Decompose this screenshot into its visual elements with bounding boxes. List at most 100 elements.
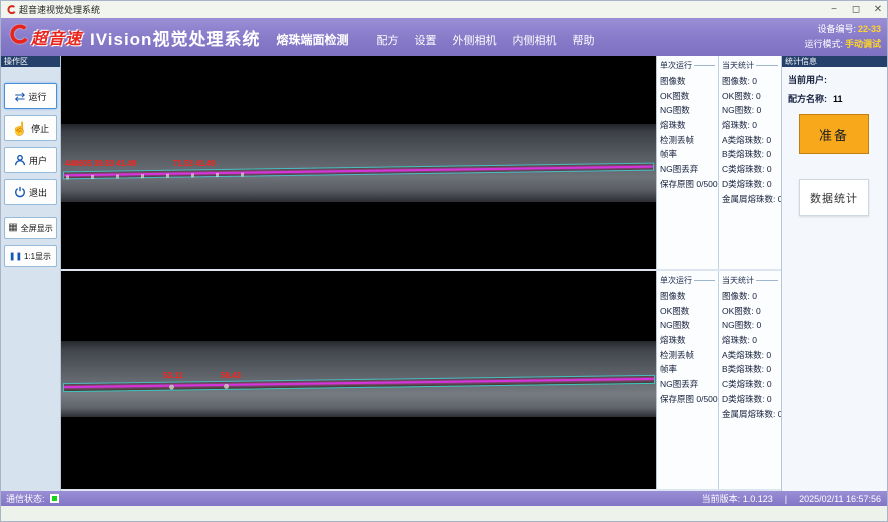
- stat-item: OK图数: [660, 89, 718, 104]
- app-window: 超音速视觉处理系统 − ◻ ✕ 超音速 IVision视觉处理系统 熔珠端面检测…: [0, 0, 888, 522]
- bead-marker: [224, 384, 229, 389]
- stat-item: NG图数: [660, 103, 718, 118]
- stat-item: 熔珠数: [660, 333, 718, 348]
- page-title: IVision视觉处理系统: [90, 25, 260, 50]
- menu-item[interactable]: 配方: [376, 32, 398, 48]
- brand-name: 超音速: [31, 25, 82, 49]
- stat-item: NG图数: 0: [722, 318, 781, 333]
- stop-button[interactable]: ☝ 停止: [4, 115, 57, 141]
- stat-item: 金属屑熔珠数: 0: [722, 192, 781, 207]
- menu-item[interactable]: 外侧相机: [452, 32, 496, 48]
- version-value: 1.0.123: [743, 494, 773, 504]
- device-number-label: 设备编号:: [817, 24, 856, 34]
- user-icon: [14, 154, 26, 166]
- recipe-name-value: 11: [833, 94, 843, 104]
- measurement-annotation: 53.11: [163, 371, 183, 380]
- stat-item: 图像数: 0: [722, 289, 781, 304]
- groupbox-line: [756, 65, 778, 66]
- stat-item: 熔珠数: 0: [722, 333, 781, 348]
- stat-item: D类熔珠数: 0: [722, 392, 781, 407]
- status-bar: 通信状态: 当前版本: 1.0.123 | 2025/02/11 16:57:5…: [1, 491, 888, 506]
- power-icon: [14, 186, 26, 198]
- stat-item: NG图丢弃: [660, 162, 718, 177]
- stop-hand-icon: ☝: [12, 122, 28, 135]
- run-mode-label: 运行模式:: [804, 39, 843, 49]
- groupbox-line: [694, 65, 715, 66]
- ready-button[interactable]: 准备: [799, 114, 869, 154]
- measurement-annotation: 440605 39.83 41.49: [65, 159, 136, 168]
- stat-item: 图像数: [660, 289, 718, 304]
- page-subtitle: 熔珠端面检测: [276, 31, 348, 48]
- title-bar: 超音速视觉处理系统 − ◻ ✕: [1, 1, 888, 18]
- main-menu: 配方设置外侧相机内侧相机帮助: [376, 32, 594, 48]
- stats-panel-inner: 单次运行 图像数OK图数NG图数熔珠数检测丢帧帧率NG图丢弃保存原图 0/500…: [656, 271, 781, 489]
- data-statistics-button[interactable]: 数据统计: [799, 179, 869, 216]
- today-stats-title: 当天统计: [722, 275, 754, 286]
- menu-item[interactable]: 内侧相机: [512, 32, 556, 48]
- stat-item: NG图丢弃: [660, 377, 718, 392]
- stat-item: 熔珠数: [660, 118, 718, 133]
- stat-item: OK图数: 0: [722, 304, 781, 319]
- stat-item: 帧率: [660, 362, 718, 377]
- stat-item: 图像数: 0: [722, 74, 781, 89]
- window-bottom-edge: [1, 506, 888, 522]
- current-user-label: 当前用户:: [788, 75, 827, 85]
- recipe-name-label: 配方名称:: [788, 94, 827, 104]
- camera-view-outer: 440605 39.83 41.49 71.53 41.49: [61, 56, 656, 269]
- stat-item: 帧率: [660, 147, 718, 162]
- app-header: 超音速 IVision视觉处理系统 熔珠端面检测 配方设置外侧相机内侧相机帮助 …: [1, 18, 888, 56]
- stat-item: OK图数: 0: [722, 89, 781, 104]
- single-run-title: 单次运行: [660, 275, 692, 286]
- close-button[interactable]: ✕: [867, 2, 888, 18]
- bead-marker: [169, 385, 174, 390]
- stats-panel-outer: 单次运行 图像数OK图数NG图数熔珠数检测丢帧帧率NG图丢弃保存原图 0/500…: [656, 56, 781, 269]
- device-info: 设备编号:22-33 运行模式:手动调试: [804, 22, 881, 53]
- brand: 超音速: [7, 24, 82, 51]
- fullscreen-button[interactable]: ▦ 全屏显示: [4, 217, 57, 239]
- brand-swirl-icon: [7, 24, 29, 51]
- one-to-one-button[interactable]: 1:1显示: [4, 245, 57, 267]
- camera-view-inner: 53.11 56.43: [61, 271, 656, 489]
- minimize-button[interactable]: −: [823, 2, 845, 18]
- stat-item: 保存原图 0/500: [660, 177, 718, 192]
- today-stats-title: 当天统计: [722, 60, 754, 71]
- version-label: 当前版本:: [702, 494, 741, 504]
- app-logo-icon: [6, 5, 16, 15]
- run-sync-icon: ⇄: [15, 90, 26, 103]
- stat-item: 检测丢帧: [660, 133, 718, 148]
- run-button[interactable]: ⇄ 运行: [4, 83, 57, 109]
- panel-divider: [61, 269, 781, 271]
- sidebar-header: 操作区: [1, 56, 60, 67]
- user-button[interactable]: 用户: [4, 147, 57, 173]
- menu-item[interactable]: 帮助: [572, 32, 594, 48]
- comm-status-led: [50, 494, 59, 503]
- window-title: 超音速视觉处理系统: [19, 3, 100, 16]
- fullscreen-grid-icon: ▦: [8, 223, 17, 233]
- menu-item[interactable]: 设置: [414, 32, 436, 48]
- stat-item: 图像数: [660, 74, 718, 89]
- device-number-value: 22-33: [858, 24, 881, 34]
- stat-item: A类熔珠数: 0: [722, 133, 781, 148]
- single-run-title: 单次运行: [660, 60, 692, 71]
- stat-item: 熔珠数: 0: [722, 118, 781, 133]
- groupbox-line: [756, 280, 778, 281]
- stat-item: C类熔珠数: 0: [722, 162, 781, 177]
- stat-item: NG图数: 0: [722, 103, 781, 118]
- stat-item: C类熔珠数: 0: [722, 377, 781, 392]
- stat-item: A类熔珠数: 0: [722, 348, 781, 363]
- stat-item: D类熔珠数: 0: [722, 177, 781, 192]
- measurement-annotation: 71.53 41.49: [173, 159, 215, 168]
- one-to-one-icon: [10, 251, 21, 262]
- separator: |: [785, 494, 787, 504]
- info-panel-header: 统计信息: [782, 56, 888, 67]
- datetime: 2025/02/11 16:57:56: [799, 494, 881, 504]
- stat-item: 保存原图 0/500: [660, 392, 718, 407]
- measurement-annotation: 56.43: [221, 371, 241, 380]
- stat-item: 检测丢帧: [660, 348, 718, 363]
- stat-item: B类熔珠数: 0: [722, 147, 781, 162]
- operation-sidebar: 操作区 ⇄ 运行 ☝ 停止 用户 退出: [1, 56, 61, 491]
- comm-status-label: 通信状态:: [6, 492, 45, 505]
- exit-button[interactable]: 退出: [4, 179, 57, 205]
- groupbox-line: [694, 280, 715, 281]
- maximize-button[interactable]: ◻: [845, 2, 867, 18]
